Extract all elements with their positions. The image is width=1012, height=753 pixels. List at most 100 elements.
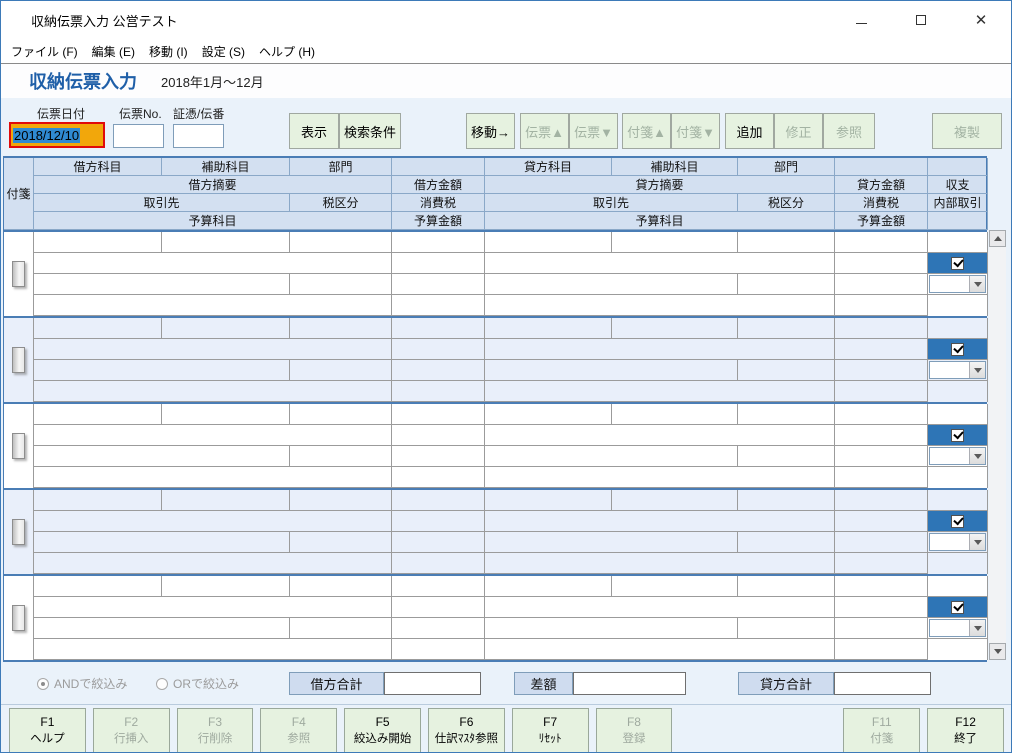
debit-account-cell[interactable] bbox=[34, 232, 162, 253]
balance-checkbox[interactable] bbox=[951, 429, 964, 442]
credit-extra-cell[interactable] bbox=[835, 404, 928, 425]
voucher-row-group[interactable] bbox=[4, 316, 987, 402]
debit-dept-cell[interactable] bbox=[290, 404, 392, 425]
credit-budget-amount-cell[interactable] bbox=[835, 553, 928, 574]
fusen-tag-cell[interactable] bbox=[4, 404, 34, 488]
credit-account-cell[interactable] bbox=[485, 490, 612, 511]
vertical-scrollbar[interactable] bbox=[989, 230, 1006, 660]
debit-subaccount-cell[interactable] bbox=[162, 490, 290, 511]
balance-checkbox[interactable] bbox=[951, 343, 964, 356]
combo-dropdown-button[interactable] bbox=[969, 362, 985, 378]
debit-summary-cell[interactable] bbox=[34, 597, 392, 618]
fusen-down-button[interactable]: 付箋▼ bbox=[671, 113, 720, 149]
internal-trade-select[interactable] bbox=[929, 619, 986, 637]
debit-client-cell[interactable] bbox=[34, 360, 290, 381]
credit-budget-amount-cell[interactable] bbox=[835, 295, 928, 316]
credit-subaccount-cell[interactable] bbox=[612, 490, 738, 511]
voucher-no-input[interactable] bbox=[113, 124, 164, 148]
debit-budget-amount-cell[interactable] bbox=[392, 467, 485, 488]
debit-tax-cell[interactable] bbox=[392, 446, 485, 467]
credit-budget-account-cell[interactable] bbox=[485, 295, 835, 316]
credit-client-cell[interactable] bbox=[485, 532, 738, 553]
debit-account-cell[interactable] bbox=[34, 490, 162, 511]
voucher-row-group[interactable] bbox=[4, 574, 987, 662]
credit-subaccount-cell[interactable] bbox=[612, 318, 738, 339]
voucher-up-button[interactable]: 伝票▲ bbox=[520, 113, 569, 149]
debit-client-cell[interactable] bbox=[34, 446, 290, 467]
debit-amount-cell[interactable] bbox=[392, 597, 485, 618]
debit-account-cell[interactable] bbox=[34, 576, 162, 597]
balance-check-cell[interactable] bbox=[928, 511, 988, 532]
credit-budget-amount-cell[interactable] bbox=[835, 467, 928, 488]
debit-tax-cell[interactable] bbox=[392, 618, 485, 639]
balance-checkbox[interactable] bbox=[951, 601, 964, 614]
credit-tax-cell[interactable] bbox=[835, 532, 928, 553]
debit-taxclass-cell[interactable] bbox=[290, 532, 392, 553]
credit-dept-cell[interactable] bbox=[738, 318, 835, 339]
function-key-f7[interactable]: F7 ﾘｾｯﾄ bbox=[512, 708, 589, 753]
menu-file[interactable]: ファイル (F) bbox=[11, 43, 78, 60]
debit-subaccount-cell[interactable] bbox=[162, 404, 290, 425]
menu-settings[interactable]: 設定 (S) bbox=[202, 43, 245, 60]
debit-tax-cell[interactable] bbox=[392, 274, 485, 295]
debit-client-cell[interactable] bbox=[34, 532, 290, 553]
credit-account-cell[interactable] bbox=[485, 318, 612, 339]
credit-account-cell[interactable] bbox=[485, 404, 612, 425]
debit-extra-cell[interactable] bbox=[392, 232, 485, 253]
debit-client-cell[interactable] bbox=[34, 274, 290, 295]
credit-client-cell[interactable] bbox=[485, 618, 738, 639]
credit-tax-cell[interactable] bbox=[835, 618, 928, 639]
scroll-up-button[interactable] bbox=[989, 230, 1006, 247]
debit-extra-cell[interactable] bbox=[392, 576, 485, 597]
debit-budget-account-cell[interactable] bbox=[34, 295, 392, 316]
display-button[interactable]: 表示 bbox=[289, 113, 339, 149]
debit-account-cell[interactable] bbox=[34, 318, 162, 339]
function-key-f1[interactable]: F1 ヘルプ bbox=[9, 708, 86, 753]
credit-dept-cell[interactable] bbox=[738, 576, 835, 597]
credit-tax-cell[interactable] bbox=[835, 446, 928, 467]
credit-account-cell[interactable] bbox=[485, 232, 612, 253]
credit-dept-cell[interactable] bbox=[738, 404, 835, 425]
function-key-f2[interactable]: F2 行挿入 bbox=[93, 708, 170, 753]
debit-summary-cell[interactable] bbox=[34, 253, 392, 274]
fusen-tag-cell[interactable] bbox=[4, 318, 34, 402]
credit-budget-amount-cell[interactable] bbox=[835, 381, 928, 402]
debit-budget-account-cell[interactable] bbox=[34, 553, 392, 574]
debit-amount-cell[interactable] bbox=[392, 253, 485, 274]
debit-amount-cell[interactable] bbox=[392, 511, 485, 532]
debit-budget-account-cell[interactable] bbox=[34, 467, 392, 488]
credit-subaccount-cell[interactable] bbox=[612, 232, 738, 253]
internal-trade-select[interactable] bbox=[929, 361, 986, 379]
debit-tax-cell[interactable] bbox=[392, 360, 485, 381]
scroll-down-button[interactable] bbox=[989, 643, 1006, 660]
debit-dept-cell[interactable] bbox=[290, 490, 392, 511]
combo-dropdown-button[interactable] bbox=[969, 448, 985, 464]
menu-help[interactable]: ヘルプ (H) bbox=[259, 43, 315, 60]
combo-dropdown-button[interactable] bbox=[969, 276, 985, 292]
credit-client-cell[interactable] bbox=[485, 360, 738, 381]
debit-budget-account-cell[interactable] bbox=[34, 639, 392, 660]
function-key-f12[interactable]: F12 終了 bbox=[927, 708, 1004, 753]
credit-dept-cell[interactable] bbox=[738, 490, 835, 511]
fusen-up-button[interactable]: 付箋▲ bbox=[622, 113, 671, 149]
function-key-f8[interactable]: F8 登録 bbox=[596, 708, 673, 753]
credit-summary-cell[interactable] bbox=[485, 511, 835, 532]
debit-taxclass-cell[interactable] bbox=[290, 274, 392, 295]
fusen-tag-cell[interactable] bbox=[4, 576, 34, 660]
add-button[interactable]: 追加 bbox=[725, 113, 774, 149]
function-key-f6[interactable]: F6 仕訳ﾏｽﾀ参照 bbox=[428, 708, 505, 753]
function-key-f11[interactable]: F11 付箋 bbox=[843, 708, 920, 753]
credit-amount-cell[interactable] bbox=[835, 425, 928, 446]
menu-edit[interactable]: 編集 (E) bbox=[92, 43, 135, 60]
credit-extra-cell[interactable] bbox=[835, 576, 928, 597]
function-key-f4[interactable]: F4 参照 bbox=[260, 708, 337, 753]
debit-amount-cell[interactable] bbox=[392, 425, 485, 446]
debit-dept-cell[interactable] bbox=[290, 318, 392, 339]
debit-summary-cell[interactable] bbox=[34, 425, 392, 446]
credit-summary-cell[interactable] bbox=[485, 339, 835, 360]
function-key-f3[interactable]: F3 行削除 bbox=[177, 708, 254, 753]
credit-subaccount-cell[interactable] bbox=[612, 576, 738, 597]
credit-extra-cell[interactable] bbox=[835, 232, 928, 253]
fusen-tag-cell[interactable] bbox=[4, 232, 34, 316]
close-button[interactable]: ✕ bbox=[951, 1, 1011, 39]
